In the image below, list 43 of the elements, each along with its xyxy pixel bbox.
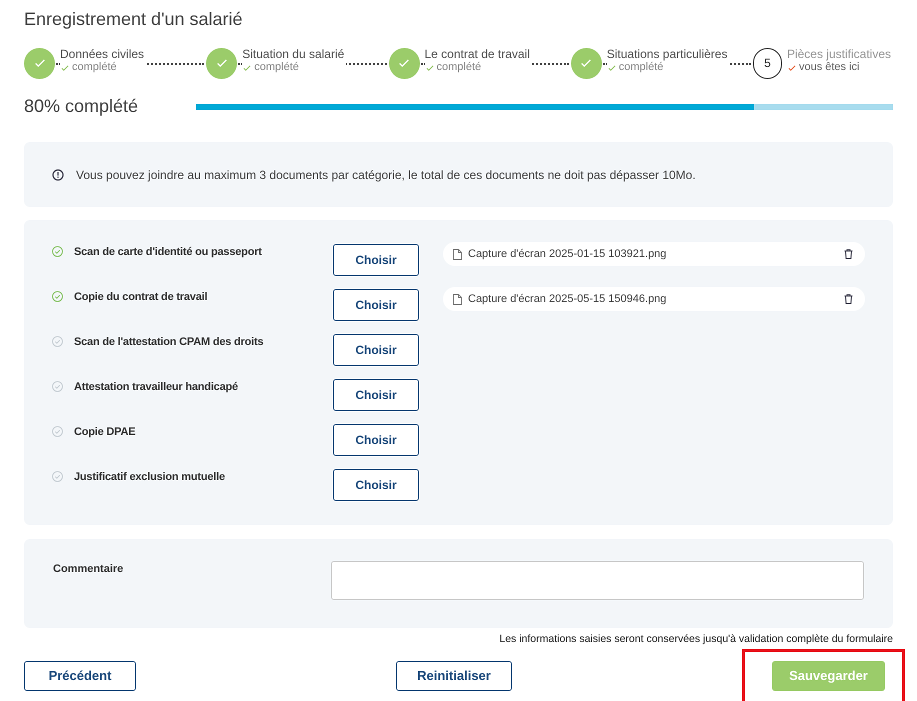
file-name: Capture d'écran 2025-01-15 103921.png bbox=[468, 246, 668, 262]
file-icon bbox=[453, 248, 462, 260]
check-icon bbox=[786, 62, 797, 72]
trash-icon[interactable] bbox=[844, 294, 853, 304]
choose-button[interactable]: Choisir bbox=[333, 289, 419, 321]
file-icon bbox=[453, 294, 462, 304]
step-number: 5 bbox=[764, 55, 771, 72]
step-label: Le contrat de travail bbox=[424, 48, 530, 61]
step-status: vous êtes ici bbox=[798, 61, 860, 74]
choose-button[interactable]: Choisir bbox=[333, 244, 419, 276]
check-icon bbox=[424, 62, 434, 72]
info-text: Vous pouvez joindre au maximum 3 documents par catégorie, le total de ces documents ne doit pas dépasser 10Mo. bbox=[76, 166, 696, 184]
choose-button[interactable]: Choisir bbox=[333, 379, 419, 411]
step-status: complété bbox=[254, 61, 299, 74]
step-label: Pièces justificatives bbox=[786, 48, 891, 61]
step-status: complété bbox=[436, 61, 482, 74]
page-title: Enregistrement d'un salarié bbox=[24, 8, 244, 31]
check-icon bbox=[606, 62, 617, 72]
save-note: Les informations saisies seront conservées jusqu'à validation complète du formulaire bbox=[499, 632, 893, 647]
comment-label: Commentaire bbox=[53, 562, 124, 577]
comment-field[interactable] bbox=[331, 561, 864, 600]
step-status: complété bbox=[72, 61, 117, 74]
choose-button[interactable]: Choisir bbox=[333, 424, 419, 456]
document-label: Scan de l'attestation CPAM des droits bbox=[74, 335, 264, 350]
step-label: Situations particulières bbox=[606, 48, 728, 61]
step-status: complété bbox=[618, 61, 664, 74]
check-icon bbox=[242, 62, 252, 72]
document-label: Copie DPAE bbox=[74, 425, 136, 440]
check-icon bbox=[60, 62, 70, 72]
choose-button[interactable]: Choisir bbox=[333, 334, 419, 366]
file-name: Capture d'écran 2025-05-15 150946.png bbox=[468, 292, 668, 307]
trash-icon[interactable] bbox=[844, 249, 853, 259]
choose-button[interactable]: Choisir bbox=[333, 469, 419, 501]
action-button[interactable]: Précédent bbox=[24, 660, 136, 691]
document-label: Scan de carte d'identité ou passeport bbox=[74, 245, 262, 260]
document-label: Copie du contrat de travail bbox=[74, 290, 208, 305]
progress-label: 80% complété bbox=[24, 95, 140, 118]
info-icon bbox=[52, 168, 64, 180]
step-label: Situation du salarié bbox=[242, 48, 344, 61]
document-label: Justificatif exclusion mutuelle bbox=[74, 470, 225, 485]
action-button[interactable]: Reinitialiser bbox=[396, 660, 512, 691]
step-label: Données civiles bbox=[60, 48, 144, 61]
document-label: Attestation travailleur handicapé bbox=[74, 380, 238, 395]
